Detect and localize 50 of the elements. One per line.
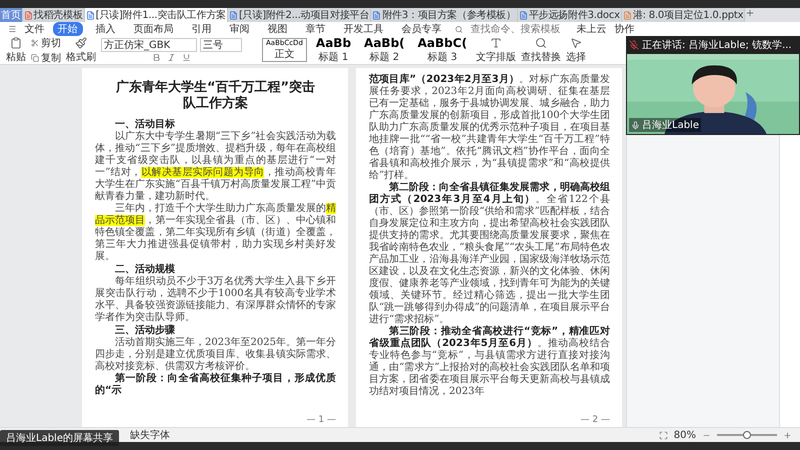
document-tab[interactable]: 平步远扬附件3.docx <box>518 8 622 22</box>
paragraph: 每年组织动员不少于3万名优秀大学生入县下乡开展突击队行动，选聘不少于1000名具有较高专业学术水平、具备较强资源链接能力、有深厚群众情怀的专家学者作为突击队导师。 <box>95 276 336 324</box>
paragraph: 三年内，打造千个大学生助力广东高质量发展的精品示范项目，第一年实现全省县（市、区）、中心镇和特色镇全覆盖，第二年实现所有乡镇（街道）全覆盖，第三年大力推进强县促镇带村，助力实现乡村美好发展。 <box>95 203 336 263</box>
copy-button[interactable]: 复制 <box>41 50 61 64</box>
document-tab[interactable]: [只读]附件1...突击队工作方案 <box>84 8 228 22</box>
document-tab[interactable]: 港: 8.0项目定位1.0.pptx <box>622 8 746 22</box>
toolbar-button[interactable]: 选择 <box>566 50 586 64</box>
style-option[interactable]: AaBbC( 标题 3 <box>414 35 472 65</box>
cloud-button[interactable]: 未上云 <box>576 22 607 36</box>
missing-fonts-button[interactable]: 缺失字体 <box>130 428 170 442</box>
menu-tab[interactable]: 会员专享 <box>396 22 447 36</box>
toolbar-button[interactable]: 查找替换 <box>521 50 562 64</box>
font-name-field[interactable]: 方正仿宋_GBK <box>101 38 197 52</box>
paragraph: 第一阶段：向全省高校征集种子项目，形成优质的“示 <box>95 373 336 397</box>
document-tab[interactable]: [只读]附件2...动项目对接平台 <box>228 8 372 22</box>
paste-button[interactable]: 粘贴 <box>6 50 26 64</box>
format-painter-button[interactable]: 格式刷 <box>66 50 96 64</box>
menu-tab[interactable]: 章节 <box>300 22 331 36</box>
menu-tab[interactable]: 开始 <box>52 22 83 36</box>
section-heading: 三、活动步骤 <box>115 324 176 336</box>
search-field[interactable]: 查找命令、搜索模板 <box>470 22 561 36</box>
paragraph: 范项目库”（2023年2月至3月）。对标广东高质量发展任务要求，2023年2月面向高校调研、征集在基层已有一定基础，服务于县城协调发展、城乡融合，助力广东高质量发展的创新项目，形成首批100个大学生团队助力广东高质量发展的优秀示范种子项目，在项目基地挂牌一批““省一校”共建青年大学生“百千万工程”特色（培育）基地”。依托“腾讯文档”协作平台，面向全省县镇和高校推介展示，为“县镇提需求”和“高校提供给”打样。 <box>369 74 610 181</box>
speaker-status: 正在讲话: 吕海业Lable; 铳数学... <box>642 38 792 52</box>
style-option[interactable]: AaBb 标题 1 <box>312 35 356 65</box>
participant-name: 吕海业Lable <box>642 118 699 132</box>
paragraph: 第二阶段：向全省县镇征集发展需求，明确高校组团方式（2023年3月至4月上旬）。全省122个县（市、区）参照第一阶段“供给和需求”匹配样板，结合自身发展定位和主攻方向，提出希望高校社会实践团队提供支持的需求。尤其要围绕高质量发展要求，聚焦在我省岭南特色农业，“粮头食尾”“农头工尾”布局特色农产品加工业，沿海县海洋产业园，国家级海洋牧场示范区建设，以及在文化生态资源，新兴的文化体验、休闲度假、健康养老等产业领域，找到青年可为能为的关键领域、关键环节。经过精心筛选，提出一批大学生团队“跳一跳够得到办得成”的问题清单，在项目展示平台进行“需求招标”。 <box>369 182 610 325</box>
menu-tab[interactable]: 引用 <box>186 22 217 36</box>
menu-tab[interactable]: 页面布局 <box>128 22 179 36</box>
paragraph: 以广东大中专学生暑期“三下乡”社会实践活动为载体，推动“三下乡”提质增效、提档升级，每年在高校组建千支省级突击队，以县镇为重点的基层进行“一对一”结对，以解决基层实际问题为导向，推动高校青年大学生在广东实施“百县千镇万村高质量发展工程”中贡献青春力量，建功新时代。 <box>95 131 336 202</box>
menu-tab[interactable]: 视图 <box>262 22 293 36</box>
menu-tab[interactable]: 开发工具 <box>338 22 389 36</box>
menu-tab[interactable]: 审阅 <box>224 22 255 36</box>
cloud-button[interactable]: 协作 <box>614 22 635 36</box>
zoom-level[interactable]: 80% <box>674 430 696 440</box>
document-tab[interactable]: 找稻壳模板 <box>22 8 85 22</box>
page-number: — 1 — <box>306 415 336 425</box>
cut-button[interactable]: 剪切 <box>41 36 61 50</box>
section-heading: 二、活动规模 <box>115 263 176 276</box>
style-option[interactable]: AaBb( 标题 2 <box>360 35 409 65</box>
section-heading: 一、活动目标 <box>115 118 176 130</box>
file-menu[interactable]: 文件 <box>24 22 45 36</box>
document-title: 广东青年大学生“百千万工程”突击队工作方案 <box>115 80 316 112</box>
screen-share-label: 吕海业Lable的屏幕共享 <box>0 430 119 446</box>
document-tab[interactable]: 附件3：项目方案（参考模板） <box>371 8 518 22</box>
menu-tab[interactable]: 插入 <box>90 22 121 36</box>
paragraph: 第三阶段：推动全省高校进行“竞标”，精准匹对省级重点团队（2023年5月至6月）。推动高校结合专业特色参与“竞标”，与县镇需求方进行直接对接沟通，由“需求方”上报拾对的高校社会实践团队名单和项目方案，团省委在项目展示平台每天更新高校与县镇成功结对项目情况，2023年 <box>369 326 610 398</box>
font-size-field[interactable]: 三号 <box>200 38 242 52</box>
paragraph: 活动首期实施三年，2023年至2025年。第一年分四步走，分别是建立优质项目库、收集县镇实际需求、高校对接竞标、供需双方考核评价。 <box>95 337 336 372</box>
page-number: — 2 — <box>580 415 610 425</box>
toolbar-button[interactable]: 文字排版 <box>476 50 516 64</box>
